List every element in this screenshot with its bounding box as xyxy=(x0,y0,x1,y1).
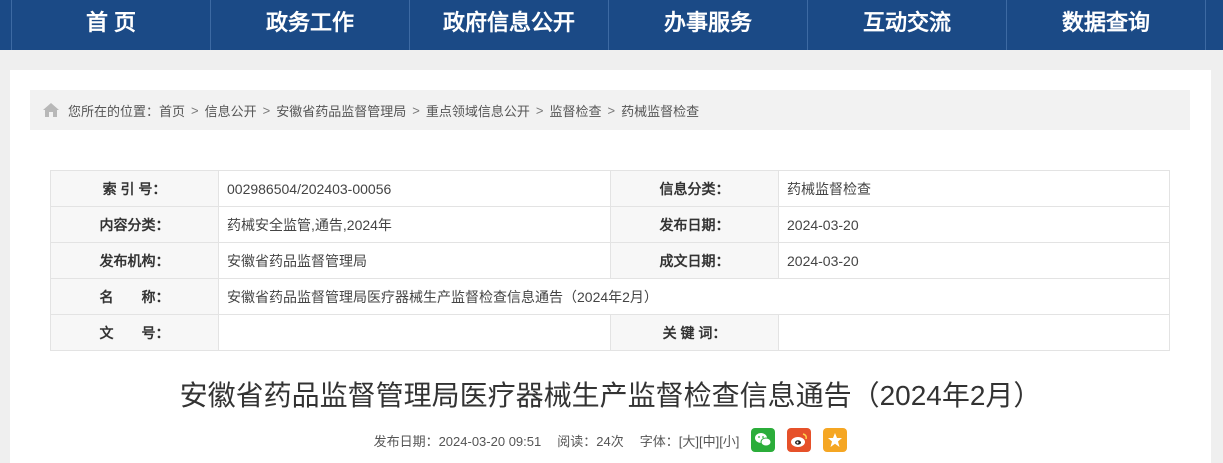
breadcrumb-device-supervision[interactable]: 药械监督检查 xyxy=(621,101,699,120)
breadcrumb-separator: > xyxy=(607,102,616,118)
top-nav: 首 页 政务工作 政府信息公开 办事服务 互动交流 数据查询 xyxy=(0,0,1223,50)
nav-government-work[interactable]: 政务工作 xyxy=(211,0,410,50)
favorite-icon[interactable] xyxy=(823,428,848,452)
breadcrumb-info-disclosure[interactable]: 信息公开 xyxy=(205,101,257,120)
breadcrumb-prefix: 您所在的位置： xyxy=(68,103,160,119)
read-count: 阅读：24次 xyxy=(557,433,624,449)
breadcrumb-home[interactable]: 首页 xyxy=(159,101,185,120)
metadata-table: 索 引 号： 002986504/202403-00056 信息分类： 药械监督… xyxy=(50,170,1170,351)
breadcrumb-separator: > xyxy=(191,102,199,118)
document-date-value: 2024-03-20 xyxy=(778,242,1170,279)
keywords-label: 关 键 词： xyxy=(610,314,779,351)
index-label: 索 引 号： xyxy=(50,170,219,207)
table-row: 发布机构： 安徽省药品监督管理局 成文日期： 2024-03-20 xyxy=(50,242,1170,279)
publish-datetime: 发布日期：2024-03-20 09:51 xyxy=(373,433,542,449)
font-medium-button[interactable]: [中] xyxy=(699,431,719,450)
content-category-value: 药械安全监管,通告,2024年 xyxy=(218,206,611,243)
nav-home[interactable]: 首 页 xyxy=(12,0,211,50)
content-category-label: 内容分类： xyxy=(50,206,219,243)
category-label: 信息分类： xyxy=(610,170,779,207)
breadcrumb-separator: > xyxy=(262,102,271,118)
breadcrumb: 您所在的位置： 首页 > 信息公开 > 安徽省药品监督管理局 > 重点领域信息公… xyxy=(30,90,1190,130)
home-icon xyxy=(43,103,59,117)
name-value: 安徽省药品监督管理局医疗器械生产监督检查信息通告（2024年2月） xyxy=(218,278,1170,315)
nav-data-query[interactable]: 数据查询 xyxy=(1007,0,1206,50)
publish-date-value: 2024-03-20 xyxy=(778,206,1170,243)
nav-spacer xyxy=(0,0,12,50)
font-size-label: 字体： xyxy=(639,433,679,449)
document-number-value xyxy=(218,314,611,351)
table-row: 文 号： 关 键 词： xyxy=(50,314,1170,351)
nav-services[interactable]: 办事服务 xyxy=(609,0,808,50)
nav-filler xyxy=(1206,0,1223,50)
index-value: 002986504/202403-00056 xyxy=(218,170,611,207)
content-panel: 您所在的位置： 首页 > 信息公开 > 安徽省药品监督管理局 > 重点领域信息公… xyxy=(10,70,1211,463)
breadcrumb-separator: > xyxy=(535,102,544,118)
nav-interaction[interactable]: 互动交流 xyxy=(808,0,1007,50)
breadcrumb-supervision[interactable]: 监督检查 xyxy=(549,101,601,120)
breadcrumb-bureau[interactable]: 安徽省药品监督管理局 xyxy=(276,101,406,120)
keywords-value xyxy=(778,314,1170,351)
article-info-bar: 发布日期：2024-03-20 09:51 阅读：24次 字体： [大] [中]… xyxy=(10,428,1211,452)
font-large-button[interactable]: [大] xyxy=(679,431,699,450)
article-title: 安徽省药品监督管理局医疗器械生产监督检查信息通告（2024年2月） xyxy=(179,380,1042,411)
category-value: 药械监督检查 xyxy=(778,170,1170,207)
document-date-label: 成文日期： xyxy=(610,242,779,279)
name-label: 名 称： xyxy=(50,278,219,315)
wechat-icon[interactable] xyxy=(751,428,776,452)
font-small-button[interactable]: [小] xyxy=(719,431,739,450)
table-row: 内容分类： 药械安全监管,通告,2024年 发布日期： 2024-03-20 xyxy=(50,206,1170,243)
breadcrumb-key-areas[interactable]: 重点领域信息公开 xyxy=(426,101,530,120)
document-number-label: 文 号： xyxy=(50,314,219,351)
nav-info-disclosure[interactable]: 政府信息公开 xyxy=(410,0,609,50)
organization-value: 安徽省药品监督管理局 xyxy=(218,242,611,279)
publish-date-label: 发布日期： xyxy=(610,206,779,243)
table-row: 索 引 号： 002986504/202403-00056 信息分类： 药械监督… xyxy=(50,170,1170,207)
organization-label: 发布机构： xyxy=(50,242,219,279)
weibo-icon[interactable] xyxy=(787,428,812,452)
breadcrumb-separator: > xyxy=(412,102,420,118)
table-row: 名 称： 安徽省药品监督管理局医疗器械生产监督检查信息通告（2024年2月） xyxy=(50,278,1170,315)
